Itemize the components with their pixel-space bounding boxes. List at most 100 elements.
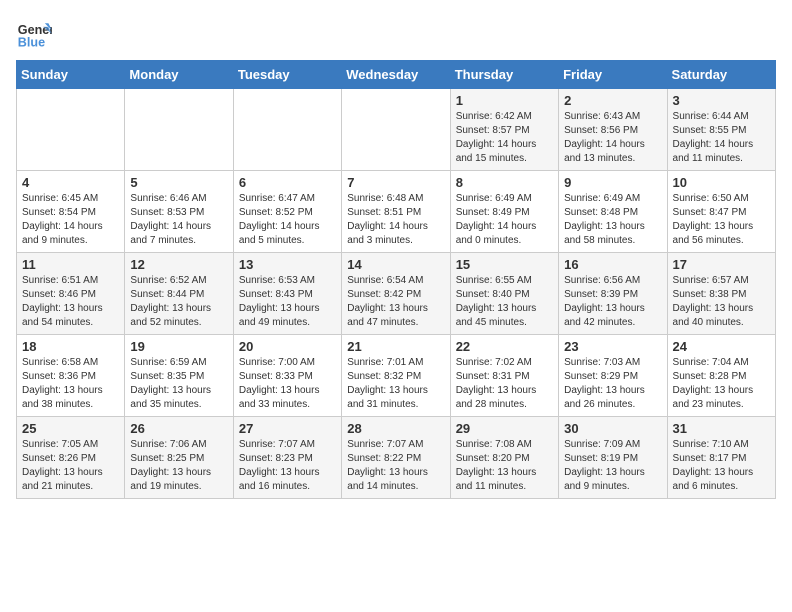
calendar-week-4: 18 Sunrise: 6:58 AM Sunset: 8:36 PM Dayli… [17, 335, 776, 417]
calendar-cell: 15Sunrise: 6:55 AM Sunset: 8:40 PM Dayli… [450, 253, 558, 335]
day-info: Sunrise: 7:01 AM Sunset: 8:32 PM Dayligh… [347, 356, 444, 412]
day-info: Sunrise: 6:52 AM Sunset: 8:44 PM Dayligh… [130, 274, 227, 330]
calendar-cell: 14 Sunrise: 6:54 AM Sunset: 8:42 PM Dayli… [342, 253, 450, 335]
calendar-cell: 23 Sunrise: 7:03 AM Sunset: 8:29 PM Dayli… [559, 335, 667, 417]
calendar-cell: 27Sunrise: 7:07 AM Sunset: 8:23 PM Dayli… [233, 417, 341, 499]
day-number: 13 [239, 257, 336, 272]
day-info: Sunrise: 7:09 AM Sunset: 8:19 PM Dayligh… [564, 438, 661, 494]
day-info: Sunrise: 7:00 AM Sunset: 8:33 PM Dayligh… [239, 356, 336, 412]
day-number: 10 [673, 175, 770, 190]
day-info: Sunrise: 7:04 AM Sunset: 8:28 PM Dayligh… [673, 356, 770, 412]
day-info: Sunrise: 6:48 AM Sunset: 8:51 PM Dayligh… [347, 192, 444, 248]
calendar-cell: 21 Sunrise: 7:01 AM Sunset: 8:32 PM Dayli… [342, 335, 450, 417]
calendar-cell: 22 Sunrise: 7:02 AM Sunset: 8:31 PM Dayli… [450, 335, 558, 417]
calendar-cell: 17 Sunrise: 6:57 AM Sunset: 8:38 PM Dayli… [667, 253, 775, 335]
logo-icon: General Blue [16, 16, 52, 52]
day-info: Sunrise: 6:44 AM Sunset: 8:55 PM Dayligh… [673, 110, 770, 166]
col-header-tuesday: Tuesday [233, 61, 341, 89]
calendar-cell: 5 Sunrise: 6:46 AM Sunset: 8:53 PM Daylig… [125, 171, 233, 253]
day-number: 15 [456, 257, 553, 272]
day-number: 14 [347, 257, 444, 272]
calendar-cell: 12 Sunrise: 6:52 AM Sunset: 8:44 PM Dayli… [125, 253, 233, 335]
day-number: 30 [564, 421, 661, 436]
day-info: Sunrise: 6:53 AM Sunset: 8:43 PM Dayligh… [239, 274, 336, 330]
calendar-cell [17, 89, 125, 171]
calendar-cell: 16 Sunrise: 6:56 AM Sunset: 8:39 PM Dayli… [559, 253, 667, 335]
calendar-cell: 20 Sunrise: 7:00 AM Sunset: 8:33 PM Dayli… [233, 335, 341, 417]
day-number: 9 [564, 175, 661, 190]
day-info: Sunrise: 7:05 AM Sunset: 8:26 PM Dayligh… [22, 438, 119, 494]
day-number: 3 [673, 93, 770, 108]
calendar-week-3: 11Sunrise: 6:51 AM Sunset: 8:46 PM Dayli… [17, 253, 776, 335]
day-number: 26 [130, 421, 227, 436]
calendar-cell: 30 Sunrise: 7:09 AM Sunset: 8:19 PM Dayli… [559, 417, 667, 499]
col-header-sunday: Sunday [17, 61, 125, 89]
day-number: 16 [564, 257, 661, 272]
calendar-cell: 8 Sunrise: 6:49 AM Sunset: 8:49 PM Daylig… [450, 171, 558, 253]
col-header-wednesday: Wednesday [342, 61, 450, 89]
day-number: 8 [456, 175, 553, 190]
col-header-saturday: Saturday [667, 61, 775, 89]
day-info: Sunrise: 6:59 AM Sunset: 8:35 PM Dayligh… [130, 356, 227, 412]
calendar-cell: 25 Sunrise: 7:05 AM Sunset: 8:26 PM Dayli… [17, 417, 125, 499]
calendar-cell: 10 Sunrise: 6:50 AM Sunset: 8:47 PM Dayli… [667, 171, 775, 253]
calendar-cell: 26Sunrise: 7:06 AM Sunset: 8:25 PM Dayli… [125, 417, 233, 499]
day-info: Sunrise: 6:56 AM Sunset: 8:39 PM Dayligh… [564, 274, 661, 330]
calendar-cell: 19 Sunrise: 6:59 AM Sunset: 8:35 PM Dayli… [125, 335, 233, 417]
day-info: Sunrise: 6:43 AM Sunset: 8:56 PM Dayligh… [564, 110, 661, 166]
day-number: 17 [673, 257, 770, 272]
day-info: Sunrise: 7:07 AM Sunset: 8:23 PM Dayligh… [239, 438, 336, 494]
day-number: 24 [673, 339, 770, 354]
svg-text:Blue: Blue [18, 36, 45, 50]
calendar-week-2: 4Sunrise: 6:45 AM Sunset: 8:54 PM Daylig… [17, 171, 776, 253]
calendar-cell: 4Sunrise: 6:45 AM Sunset: 8:54 PM Daylig… [17, 171, 125, 253]
day-number: 19 [130, 339, 227, 354]
day-number: 1 [456, 93, 553, 108]
calendar-cell [233, 89, 341, 171]
day-info: Sunrise: 6:49 AM Sunset: 8:48 PM Dayligh… [564, 192, 661, 248]
calendar-cell: 7 Sunrise: 6:48 AM Sunset: 8:51 PM Daylig… [342, 171, 450, 253]
calendar-cell: 9 Sunrise: 6:49 AM Sunset: 8:48 PM Daylig… [559, 171, 667, 253]
calendar-cell: 3 Sunrise: 6:44 AM Sunset: 8:55 PM Daylig… [667, 89, 775, 171]
calendar-cell [125, 89, 233, 171]
day-info: Sunrise: 6:57 AM Sunset: 8:38 PM Dayligh… [673, 274, 770, 330]
day-info: Sunrise: 7:02 AM Sunset: 8:31 PM Dayligh… [456, 356, 553, 412]
day-info: Sunrise: 6:54 AM Sunset: 8:42 PM Dayligh… [347, 274, 444, 330]
calendar-week-1: 1 Sunrise: 6:42 AM Sunset: 8:57 PM Daylig… [17, 89, 776, 171]
day-number: 12 [130, 257, 227, 272]
day-info: Sunrise: 6:58 AM Sunset: 8:36 PM Dayligh… [22, 356, 119, 412]
day-number: 22 [456, 339, 553, 354]
day-number: 20 [239, 339, 336, 354]
calendar-cell: 13 Sunrise: 6:53 AM Sunset: 8:43 PM Dayli… [233, 253, 341, 335]
day-info: Sunrise: 6:50 AM Sunset: 8:47 PM Dayligh… [673, 192, 770, 248]
day-info: Sunrise: 6:42 AM Sunset: 8:57 PM Dayligh… [456, 110, 553, 166]
calendar-cell: 24 Sunrise: 7:04 AM Sunset: 8:28 PM Dayli… [667, 335, 775, 417]
col-header-thursday: Thursday [450, 61, 558, 89]
day-number: 18 [22, 339, 119, 354]
day-number: 2 [564, 93, 661, 108]
day-info: Sunrise: 6:46 AM Sunset: 8:53 PM Dayligh… [130, 192, 227, 248]
day-number: 4 [22, 175, 119, 190]
day-number: 25 [22, 421, 119, 436]
day-info: Sunrise: 7:07 AM Sunset: 8:22 PM Dayligh… [347, 438, 444, 494]
calendar-cell: 11Sunrise: 6:51 AM Sunset: 8:46 PM Dayli… [17, 253, 125, 335]
day-info: Sunrise: 6:49 AM Sunset: 8:49 PM Dayligh… [456, 192, 553, 248]
day-number: 23 [564, 339, 661, 354]
calendar-week-5: 25 Sunrise: 7:05 AM Sunset: 8:26 PM Dayli… [17, 417, 776, 499]
calendar-cell: 18 Sunrise: 6:58 AM Sunset: 8:36 PM Dayli… [17, 335, 125, 417]
day-info: Sunrise: 6:47 AM Sunset: 8:52 PM Dayligh… [239, 192, 336, 248]
day-info: Sunrise: 7:03 AM Sunset: 8:29 PM Dayligh… [564, 356, 661, 412]
calendar-cell [342, 89, 450, 171]
col-header-friday: Friday [559, 61, 667, 89]
logo: General Blue [16, 16, 56, 52]
day-number: 11 [22, 257, 119, 272]
day-number: 21 [347, 339, 444, 354]
calendar-cell: 31Sunrise: 7:10 AM Sunset: 8:17 PM Dayli… [667, 417, 775, 499]
day-number: 29 [456, 421, 553, 436]
calendar-cell: 1 Sunrise: 6:42 AM Sunset: 8:57 PM Daylig… [450, 89, 558, 171]
day-number: 7 [347, 175, 444, 190]
day-number: 5 [130, 175, 227, 190]
day-number: 31 [673, 421, 770, 436]
page-header: General Blue [16, 16, 776, 52]
calendar-cell: 6Sunrise: 6:47 AM Sunset: 8:52 PM Daylig… [233, 171, 341, 253]
